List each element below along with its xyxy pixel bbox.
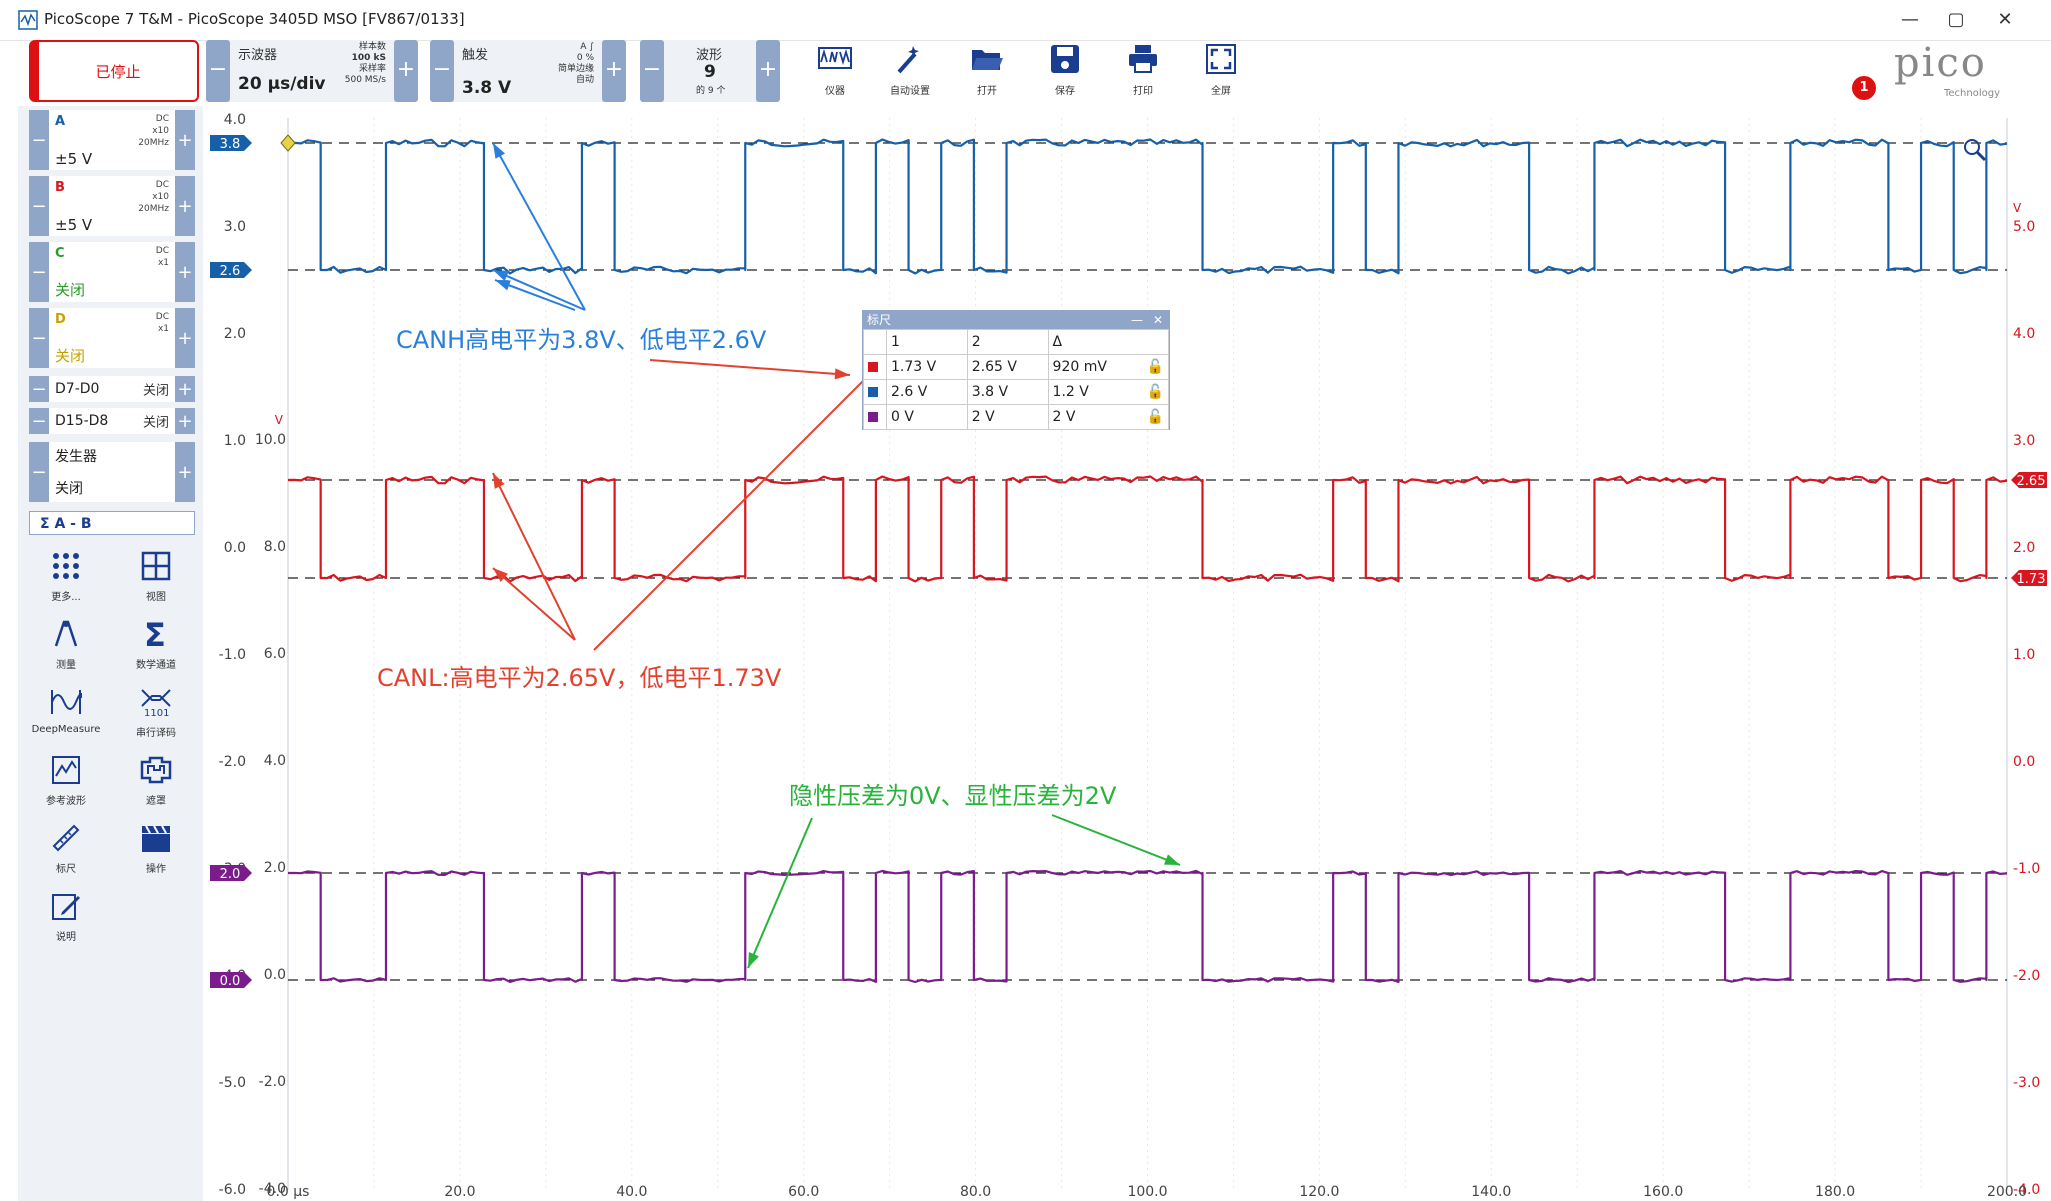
- marker-math-low-text: 0.0: [220, 974, 241, 989]
- arrow-canl-high-head: [493, 473, 505, 489]
- axis-right-tick: 1.0: [2013, 647, 2035, 663]
- ruler-close-icon[interactable]: ✕: [1153, 311, 1163, 329]
- ruler-row[interactable]: 0 V 2 V 2 V 🔓: [863, 404, 1170, 430]
- axis-b-tick: 0.0: [264, 967, 286, 983]
- axis-x-tick: 60.0: [788, 1184, 819, 1200]
- axis-x-tick: 80.0: [960, 1184, 991, 1200]
- axis-right-unit: V: [2013, 201, 2022, 215]
- axis-x-tick: 40.0: [616, 1184, 647, 1200]
- level-markers[interactable]: 3.8 2.6 2.65 1.73 2.0 0.0: [210, 134, 2047, 989]
- axis-b-tick: -2.0: [259, 1074, 286, 1090]
- arrow-canh-high-head: [493, 143, 506, 159]
- trigger-marker: [280, 134, 296, 152]
- axis-a-tick: -5.0: [219, 1075, 246, 1091]
- axis-a-tick: 4.0: [224, 112, 246, 128]
- axis-right-tick: 4.0: [2013, 326, 2035, 342]
- axis-x-tick: 180.0: [1815, 1184, 1855, 1200]
- ruler-row[interactable]: 1.73 V 2.65 V 920 mV 🔓: [863, 354, 1170, 380]
- axis-b-tick: 10.0: [255, 432, 286, 448]
- ruler-value-1: 2.6 V: [886, 379, 968, 405]
- axis-a-tick: 0.0: [224, 540, 246, 556]
- axis-right-tick: -1.0: [2013, 861, 2040, 877]
- arrow-to-ruler-1: [649, 359, 851, 376]
- axis-x-tick: 0.0 μs: [267, 1184, 310, 1200]
- ruler-swatch-blue: [868, 387, 878, 397]
- trace-channel-b: [287, 475, 2008, 583]
- canl-annotation: CANL:高电平为2.65V，低电平1.73V: [377, 664, 782, 692]
- axis-b-tick: 8.0: [264, 539, 286, 555]
- lock-icon[interactable]: 🔓: [1147, 409, 1164, 425]
- zoom-icon-handle: [1975, 150, 1987, 162]
- axis-b-unit: V: [275, 413, 284, 427]
- axis-right-tick: -2.0: [2013, 968, 2040, 984]
- ruler-value-2: 3.8 V: [966, 379, 1049, 405]
- axis-right-tick: 0.0: [2013, 754, 2035, 770]
- marker-math-high-text: 2.0: [220, 867, 241, 882]
- canh-annotation: CANH高电平为3.8V、低电平2.6V: [396, 326, 767, 354]
- marker-a-high-text: 3.8: [220, 137, 241, 152]
- ruler-table: 1 2 Δ 1.73 V 2.65 V 920 mV 🔓 2.6 V 3.8 V …: [863, 329, 1170, 430]
- ruler-value-1: 0 V: [886, 404, 968, 430]
- ruler-value-2: 2.65 V: [966, 354, 1049, 380]
- ruler-col-delta: Δ: [1047, 329, 1170, 355]
- ruler-swatch-purple: [868, 412, 878, 422]
- diff-annotation: 隐性压差为0V、显性压差为2V: [789, 782, 1117, 810]
- marker-a-low-text: 2.6: [220, 264, 241, 279]
- axis-right-tick: 3.0: [2013, 433, 2035, 449]
- arrow-to-ruler-2: [593, 365, 879, 651]
- axis-b-tick: 6.0: [264, 646, 286, 662]
- axis-right-tick: 5.0: [2013, 219, 2035, 235]
- axis-a-tick: 1.0: [224, 433, 246, 449]
- axis-a-tick: -1.0: [219, 647, 246, 663]
- axis-right-tick: -3.0: [2013, 1075, 2040, 1091]
- scope-traces: [287, 138, 2008, 984]
- axis-x-tick: 140.0: [1471, 1184, 1511, 1200]
- ruler-header-row: 1 2 Δ: [863, 329, 1170, 355]
- arrow-canl-high: [492, 472, 576, 641]
- arrow-canh-low-2-head: [495, 280, 511, 291]
- axis-a-tick: 3.0: [224, 219, 246, 235]
- axis-right-tick: 2.0: [2013, 540, 2035, 556]
- axis-x-tick: 100.0: [1127, 1184, 1167, 1200]
- axis-x-tick: 160.0: [1643, 1184, 1683, 1200]
- zoom-icon: [1964, 139, 1980, 155]
- marker-b-high-text: 2.65: [2017, 474, 2046, 489]
- lock-icon[interactable]: 🔓: [1147, 359, 1164, 375]
- axis-x-tick: 120.0: [1299, 1184, 1339, 1200]
- ruler-delta: 1.2 V: [1052, 384, 1089, 400]
- axis-b-tick: 4.0: [264, 753, 286, 769]
- ruler-value-2: 2 V: [966, 404, 1049, 430]
- arrow-recessive: [747, 817, 813, 969]
- scope-axes: 4.03.02.01.00.0-1.0-2.0-3.0-4.0-5.0-6.01…: [219, 112, 2041, 1200]
- arrow-dominant: [1051, 814, 1181, 866]
- axis-a-tick: -6.0: [219, 1182, 246, 1198]
- scope-display[interactable]: 4.03.02.01.00.0-1.0-2.0-3.0-4.0-5.0-6.01…: [0, 0, 2051, 1201]
- ruler-delta: 920 mV: [1052, 359, 1107, 375]
- annotation-arrows: [492, 142, 1181, 969]
- axis-b-tick: 2.0: [264, 860, 286, 876]
- ruler-value-1: 1.73 V: [886, 354, 968, 380]
- ruler-col-2: 2: [966, 329, 1049, 355]
- axis-x-tick: 20.0: [444, 1184, 475, 1200]
- axis-x-tick: 200.0: [1987, 1184, 2027, 1200]
- scope-grid: [287, 118, 2008, 1190]
- axis-a-tick: -2.0: [219, 754, 246, 770]
- ruler-panel[interactable]: 标尺 — ✕ 1 2 Δ 1.73 V 2.65 V 920 mV 🔓 2.6 V…: [862, 310, 1170, 430]
- ruler-minimize-icon[interactable]: —: [1131, 311, 1143, 329]
- ruler-col-1: 1: [886, 329, 968, 355]
- ruler-panel-title: 标尺: [867, 313, 892, 327]
- trace-channel-a: [287, 138, 2008, 275]
- arrow-canl-low: [492, 567, 576, 641]
- arrow-dominant-head: [1164, 854, 1180, 865]
- ruler-row[interactable]: 2.6 V 3.8 V 1.2 V 🔓: [863, 379, 1170, 405]
- marker-b-low-text: 1.73: [2017, 572, 2046, 587]
- arrow-recessive-head: [748, 952, 759, 968]
- ruler-delta: 2 V: [1052, 409, 1076, 425]
- ruler-panel-header[interactable]: 标尺 — ✕: [863, 311, 1169, 329]
- ruler-swatch-red: [868, 362, 878, 372]
- axis-a-tick: 2.0: [224, 326, 246, 342]
- lock-icon[interactable]: 🔓: [1147, 384, 1164, 400]
